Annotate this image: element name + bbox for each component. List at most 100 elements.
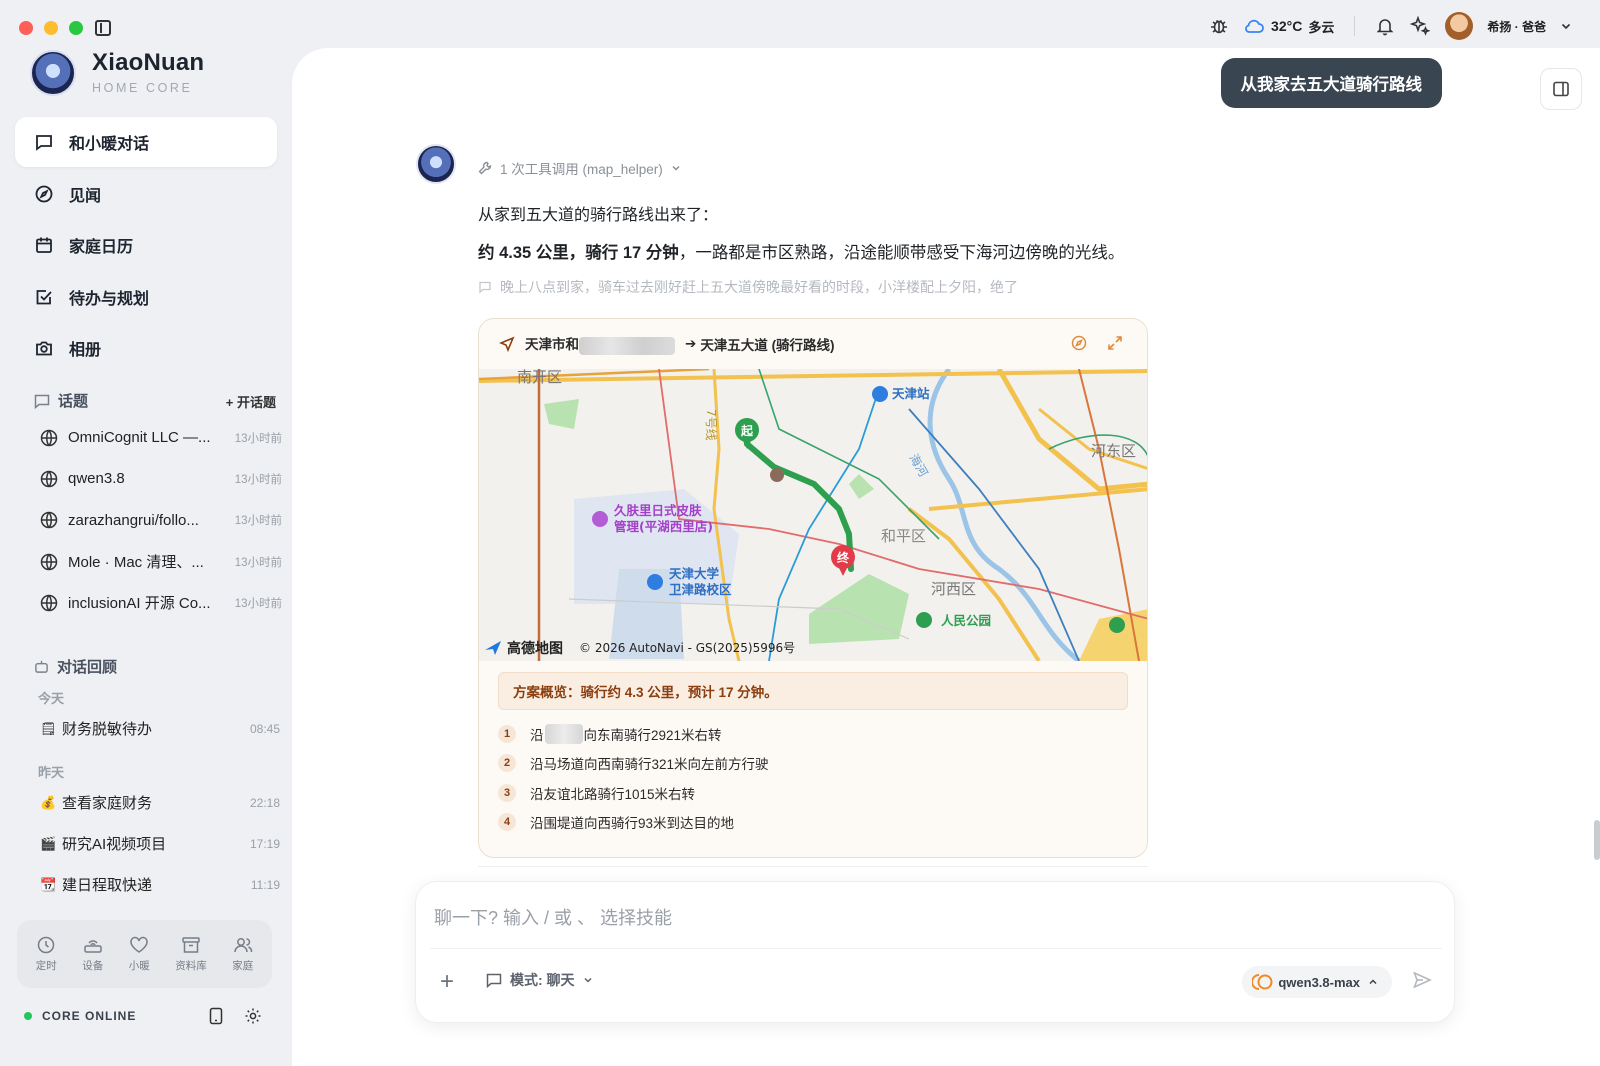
dock-label: 设备 <box>82 959 104 972</box>
chevron-up-icon <box>1369 979 1377 985</box>
chat-bubble-icon <box>486 973 502 988</box>
status-icons <box>208 1007 262 1025</box>
step-number: 3 <box>498 783 516 802</box>
step-text: 沿马场道向西南骑行321米向左前方行驶 <box>530 757 769 773</box>
dock-item-library[interactable]: 资料库 <box>175 936 207 973</box>
tool-call-toggle[interactable]: 1 次工具调用 (map_helper) <box>478 158 681 178</box>
topic-item[interactable]: OmniCognit LLC —... 13小时前 <box>30 417 282 458</box>
nav-item-todo[interactable]: 待办与规划 <box>15 272 277 322</box>
weather-condition-text: 多云 <box>1308 19 1335 35</box>
history-item[interactable]: 🎬 研究AI视频项目 17:19 <box>40 833 280 854</box>
history-header: 对话回顾 <box>34 656 117 677</box>
route-card-header: 天津市和 ➔ 天津五大道 (骑行路线) <box>479 319 1147 369</box>
zoom-window-button[interactable] <box>69 21 83 35</box>
topic-list: OmniCognit LLC —... 13小时前 qwen3.8 13小时前 … <box>30 417 282 623</box>
send-button[interactable] <box>1412 970 1432 995</box>
bug-icon[interactable] <box>1209 16 1229 36</box>
user-message-bubble: 从我家去五大道骑行路线 <box>1220 58 1442 108</box>
settings-gear-icon[interactable] <box>244 1007 262 1025</box>
card-actions <box>1071 335 1123 351</box>
nav-item-chat[interactable]: 和小暖对话 <box>15 117 277 167</box>
history-time: 17:19 <box>249 836 280 851</box>
nav-item-album[interactable]: 相册 <box>15 323 277 373</box>
dock-item-devices[interactable]: 设备 <box>82 936 103 973</box>
app-subtitle: HOME CORE <box>92 81 193 95</box>
poi-icon <box>770 468 784 482</box>
right-panel-toggle[interactable] <box>1540 68 1582 110</box>
assistant-avatar <box>416 144 456 184</box>
topic-item[interactable]: inclusionAI 开源 Co... 13小时前 <box>30 582 282 623</box>
compass-icon[interactable] <box>1071 335 1087 351</box>
route-map-card: 天津市和 ➔ 天津五大道 (骑行路线) 起 终 南开区 天津站 河东区 和平区 … <box>478 318 1148 858</box>
assistant-thought: 晚上八点到家，骑车过去刚好赶上五大道傍晚最好看的时段，小洋楼配上夕阳，绝了 <box>478 277 1018 297</box>
history-item[interactable]: 💰 查看家庭财务 22:18 <box>40 792 280 813</box>
scrollbar-thumb[interactable] <box>1594 820 1600 860</box>
message-divider <box>478 866 1148 867</box>
calendar-icon <box>35 236 53 254</box>
status-label: CORE ONLINE <box>42 1009 137 1023</box>
dock-item-xiaonuan[interactable]: 小暖 <box>129 936 150 973</box>
history-time: 11:19 <box>250 877 280 892</box>
route-steps: 1 沿 向东南骑行2921米右转 2 沿马场道向西南骑行321米向左前方行驶 3 … <box>498 719 1128 837</box>
topic-item[interactable]: qwen3.8 13小时前 <box>30 458 282 499</box>
step-text: 向东南骑行2921米右转 <box>583 727 722 743</box>
label-station: 天津站 <box>892 386 930 401</box>
sparkle-icon[interactable] <box>1409 15 1431 37</box>
expand-icon[interactable] <box>1107 335 1123 351</box>
route-step: 3 沿友谊北路骑行1015米右转 <box>498 778 1128 808</box>
dock-item-family[interactable]: 家庭 <box>232 936 253 973</box>
router-icon <box>84 939 102 953</box>
topic-time: 13小时前 <box>234 556 282 569</box>
note-emoji: 🗒 <box>40 720 57 736</box>
close-window-button[interactable] <box>19 21 33 35</box>
chat-bubble-icon <box>34 394 50 409</box>
main-nav: 和小暖对话 见闻 家庭日历 待办与规划 相册 <box>15 117 277 375</box>
heart-icon <box>130 936 148 953</box>
history-item[interactable]: 📆 建日程取快递 11:19 <box>40 874 280 895</box>
label-shop-line1: 久肤里日式皮肤 <box>613 503 702 518</box>
clock-icon <box>38 936 55 953</box>
panel-icon <box>1553 81 1569 97</box>
topic-item[interactable]: Mole · Mac 清理、... 13小时前 <box>30 541 282 582</box>
route-map[interactable]: 起 终 南开区 天津站 河东区 和平区 河西区 人民公园 久肤里日式皮肤 管理(… <box>479 369 1148 661</box>
new-topic-button[interactable]: + 开话题 <box>226 392 276 411</box>
nav-label: 待办与规划 <box>69 290 150 308</box>
topic-title: qwen3.8 <box>68 470 125 488</box>
minimize-window-button[interactable] <box>44 21 58 35</box>
model-selector[interactable]: qwen3.8-max <box>1242 966 1392 998</box>
topic-title: inclusionAI 开源 Co... <box>68 595 211 613</box>
add-attachment-button[interactable]: + <box>440 968 454 996</box>
topic-item[interactable]: zarazhangrui/follo... 13小时前 <box>30 500 282 541</box>
mode-selector[interactable]: 模式: 聊天 <box>486 970 593 990</box>
history-item[interactable]: 🗒 财务脱敏待办 08:45 <box>40 718 280 739</box>
camera-icon <box>35 339 53 357</box>
weather-widget[interactable]: 32°C 多云 <box>1243 17 1334 36</box>
topic-title: Mole · Mac 清理、... <box>68 554 204 572</box>
message-input[interactable] <box>434 898 1424 938</box>
route-to: 天津五大道 (骑行路线) <box>700 338 835 353</box>
dock-item-schedule[interactable]: 定时 <box>36 936 57 973</box>
amap-brand: 高德地图 <box>507 640 563 657</box>
label-nankai: 南开区 <box>517 369 562 386</box>
history-title: 查看家庭财务 <box>62 795 153 812</box>
nav-item-news[interactable]: 见闻 <box>15 169 277 219</box>
send-icon <box>1413 971 1432 989</box>
tablet-icon[interactable] <box>208 1007 224 1025</box>
qwen-logo-icon <box>1252 974 1273 990</box>
composer-divider <box>430 948 1442 949</box>
bell-icon[interactable] <box>1375 16 1395 36</box>
label-heping: 和平区 <box>881 527 926 545</box>
history-title: 建日程取快递 <box>62 877 153 894</box>
chevron-down-icon[interactable] <box>1560 20 1572 32</box>
user-avatar[interactable] <box>1445 12 1474 40</box>
topic-time: 13小时前 <box>234 473 282 486</box>
topics-header: 话题 <box>34 390 88 411</box>
sidebar-toggle-icon[interactable] <box>95 20 111 36</box>
user-name[interactable]: 希扬 · 爸爸 <box>1487 18 1546 35</box>
app-name: XiaoNuan <box>92 49 205 76</box>
university-poi-icon <box>647 574 663 590</box>
family-icon <box>234 937 252 952</box>
nav-item-calendar[interactable]: 家庭日历 <box>15 220 277 270</box>
topic-time: 13小时前 <box>234 515 282 528</box>
robot-icon <box>35 660 48 673</box>
